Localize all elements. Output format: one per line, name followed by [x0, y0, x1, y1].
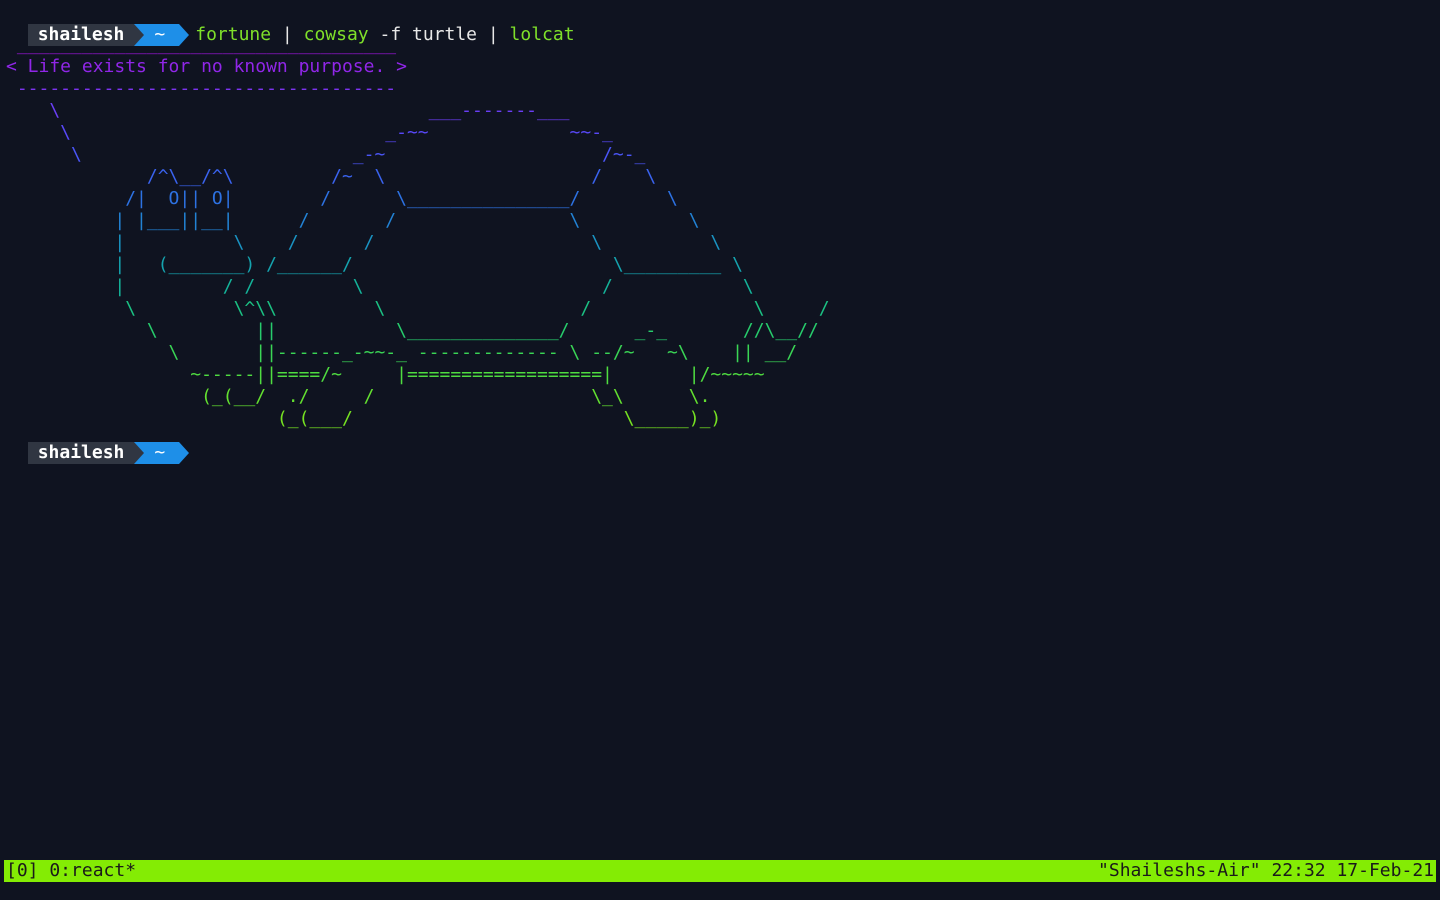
art-line: | \ / / \ \	[6, 232, 722, 253]
prompt-line[interactable]: shailesh ~	[6, 420, 190, 464]
prompt-directory: ~	[134, 442, 190, 464]
art-line: ___________________________________	[6, 34, 397, 55]
status-host-time: "Shaileshs-Air" 22:32 17-Feb-21	[1098, 860, 1434, 881]
art-line: \ ||------_-~~-_ ------------- \ --/~ ~\…	[6, 342, 798, 363]
art-line: \ || \______________/ _-_ //\__//	[6, 320, 819, 341]
prompt: shailesh ~	[27, 442, 190, 464]
art-line: -----------------------------------	[6, 78, 397, 99]
art-line: | (_______) /______/ \_________ \	[6, 254, 743, 275]
art-line: /^\__/^\ /~ \ / \	[6, 166, 657, 187]
prompt-user: shailesh	[27, 442, 135, 464]
art-line: \ ___-------___	[6, 100, 570, 121]
art-line: \ _-~~ ~~-_	[6, 122, 613, 143]
art-line: | |___||__| / / \ \	[6, 210, 700, 231]
art-line: \ _-~ /~-_	[6, 144, 646, 165]
art-line: | / / \ / \	[6, 276, 754, 297]
command-line: shailesh ~ fortune | cowsay -f turtle | …	[6, 2, 575, 46]
art-line: /| O|| O| / \_______________/ \	[6, 188, 678, 209]
art-line: < Life exists for no known purpose. >	[6, 56, 407, 77]
art-line: \ \^\\ \ / \ /	[6, 298, 830, 319]
art-line: ~-----||====/~ |==================| |/~~…	[6, 364, 765, 385]
status-window-list[interactable]: [0] 0:react*	[6, 860, 136, 882]
cowsay-turtle-output: ___________________________________ < Lif…	[6, 34, 830, 430]
tmux-status-bar: [0] 0:react* "Shaileshs-Air" 22:32 17-Fe…	[4, 860, 1436, 882]
art-line: (_(__/ ./ / \_\ \.	[6, 386, 711, 407]
